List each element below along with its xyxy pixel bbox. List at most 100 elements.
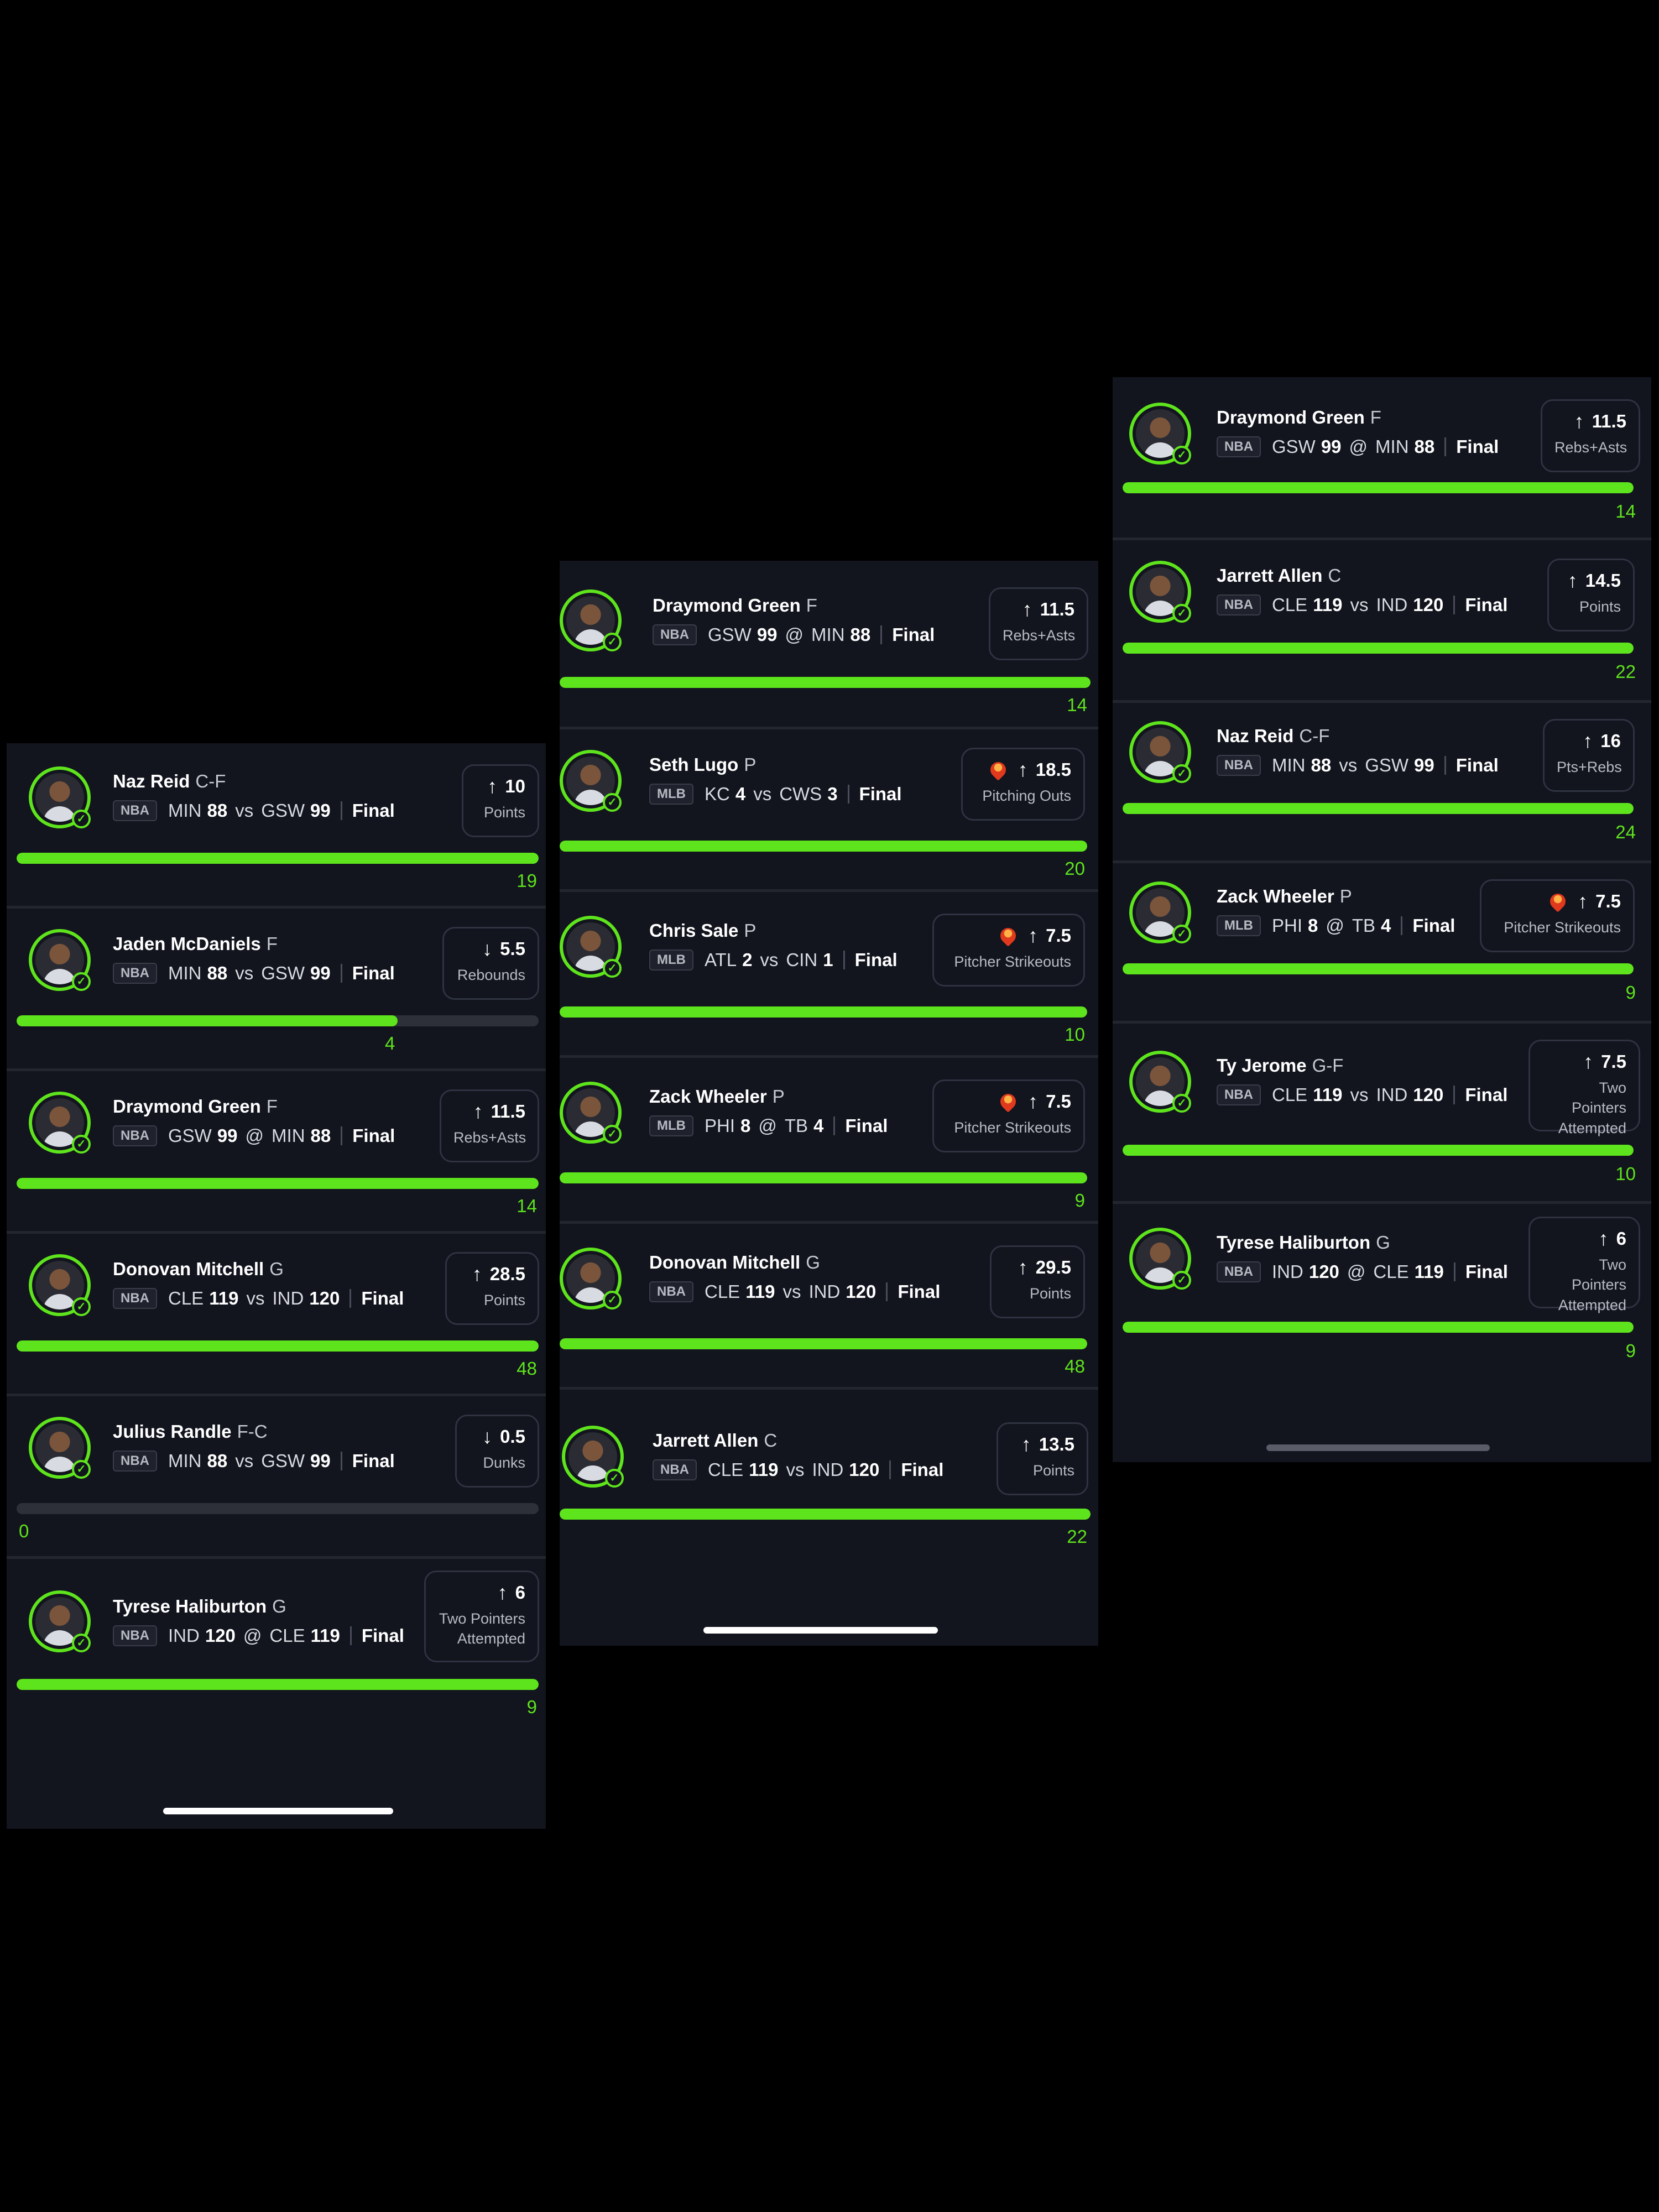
pick-card[interactable]: ✓ Jarrett Allen C NBA CLE 119 vs IND 120 Fi…: [1113, 538, 1651, 703]
player-name: Donovan Mitchell: [649, 1252, 801, 1272]
pick-card[interactable]: ✓ Tyrese Haliburton G NBA IND 120 @ CLE 119…: [1113, 1201, 1651, 1367]
flame-icon: [997, 925, 1019, 947]
actual-result: 48: [517, 1358, 537, 1379]
matchup-separator: vs: [235, 1451, 254, 1471]
game-info: MLB PHI 8 @ TB 4 Final: [649, 1115, 888, 1136]
score-1: 119: [209, 1288, 239, 1308]
score-1: 2: [742, 950, 753, 970]
score-2: 99: [310, 963, 331, 983]
actual-result: 10: [1615, 1164, 1636, 1184]
prop-stat: Rebs+Asts: [453, 1129, 526, 1146]
league-badge: NBA: [1217, 594, 1261, 615]
actual-result: 9: [1625, 1340, 1636, 1361]
pick-card[interactable]: ✓ Donovan Mitchell G NBA CLE 119 vs IND 120…: [7, 1231, 546, 1396]
progress-fill: [17, 853, 539, 864]
home-indicator: [1266, 1444, 1490, 1451]
player-name: Zack Wheeler: [1217, 886, 1334, 906]
check-icon: ✓: [1172, 1094, 1191, 1113]
player-avatar: ✓: [562, 1426, 624, 1488]
prop-stat: Two Pointers Attempted: [1558, 1256, 1626, 1313]
player-name: Naz Reid: [113, 771, 190, 791]
game-status: Final: [901, 1459, 944, 1480]
prop-line: 29.5: [1035, 1257, 1071, 1277]
actual-result: 48: [1065, 1356, 1085, 1376]
actual-result: 19: [517, 870, 537, 891]
pick-card[interactable]: ✓ Draymond Green F NBA GSW 99 @ MIN 88 Fina…: [560, 561, 1098, 729]
pick-card[interactable]: ✓ Jarrett Allen C NBA CLE 119 vs IND 120 Fi…: [560, 1390, 1098, 1562]
matchup-separator: @: [1326, 915, 1344, 936]
score-2: 3: [827, 784, 838, 804]
pick-card[interactable]: ✓ Naz Reid C-F NBA MIN 88 vs GSW 99 Final ↑…: [7, 743, 546, 909]
player-name: Naz Reid: [1217, 726, 1294, 746]
pick-card[interactable]: ✓ Naz Reid C-F NBA MIN 88 vs GSW 99 Final ↑…: [1113, 698, 1651, 863]
pick-card[interactable]: ✓ Zack Wheeler P MLB PHI 8 @ TB 4 Final ↑ 7.…: [560, 1058, 1098, 1224]
pick-card[interactable]: ✓ Chris Sale P MLB ATL 2 vs CIN 1 Final ↑ 7.…: [560, 893, 1098, 1058]
prop-line-box: ↑ 7.5 Pitcher Strikeouts: [1480, 879, 1635, 952]
matchup-separator: vs: [246, 1288, 265, 1308]
prop-line: 7.5: [1601, 1051, 1626, 1072]
flame-icon: [997, 1091, 1019, 1113]
game-info: NBA MIN 88 vs GSW 99 Final: [1217, 755, 1499, 776]
pick-card[interactable]: ✓ Donovan Mitchell G NBA CLE 119 vs IND 120…: [560, 1224, 1098, 1390]
player-avatar: ✓: [1129, 1051, 1191, 1113]
prop-stat: Two Pointers Attempted: [1558, 1079, 1626, 1136]
player-avatar: ✓: [1129, 721, 1191, 783]
score-1: 119: [745, 1281, 775, 1302]
check-icon: ✓: [72, 810, 91, 828]
prop-stat: Points: [483, 1292, 525, 1308]
score-2: 1: [823, 950, 833, 970]
player-avatar: ✓: [29, 1417, 91, 1479]
team-1: IND: [168, 1625, 200, 1646]
player-name: Tyrese Haliburton: [1217, 1232, 1371, 1253]
pick-card[interactable]: ✓ Tyrese Haliburton G NBA IND 120 @ CLE 119…: [7, 1556, 546, 1739]
game-info: NBA IND 120 @ CLE 119 Final: [113, 1625, 404, 1646]
team-1: CLE: [168, 1288, 204, 1308]
prop-line: 10: [505, 776, 525, 796]
player-position: G: [269, 1259, 284, 1279]
player-avatar: ✓: [1129, 1228, 1191, 1290]
pick-card[interactable]: ✓ Zack Wheeler P MLB PHI 8 @ TB 4 Final ↑ 7.…: [1113, 858, 1651, 1024]
game-status: Final: [352, 963, 395, 983]
player-name: Draymond Green: [1217, 407, 1365, 427]
team-1: IND: [1272, 1261, 1303, 1282]
player-position: P: [744, 754, 757, 775]
player-avatar: ✓: [1129, 403, 1191, 465]
player-name: Ty Jerome: [1217, 1055, 1307, 1076]
progress-bar: [560, 841, 1087, 852]
pick-card[interactable]: ✓ Ty Jerome G-F NBA CLE 119 vs IND 120 Fina…: [1113, 1019, 1651, 1204]
player-avatar: ✓: [29, 766, 91, 828]
actual-result: 9: [1625, 982, 1636, 1003]
matchup-separator: @: [1349, 436, 1368, 457]
pick-card[interactable]: ✓ Draymond Green F NBA GSW 99 @ MIN 88 Fina…: [1113, 377, 1651, 540]
pick-card[interactable]: ✓ Draymond Green F NBA GSW 99 @ MIN 88 Fina…: [7, 1068, 546, 1234]
team-2: IND: [272, 1288, 304, 1308]
prop-line-box: ↑ 7.5 Pitcher Strikeouts: [932, 1079, 1085, 1152]
prop-line: 0.5: [500, 1426, 525, 1447]
prop-line: 6: [1616, 1228, 1626, 1249]
player-position: P: [1339, 886, 1352, 906]
team-1: MIN: [168, 963, 202, 983]
actual-result: 24: [1615, 822, 1636, 842]
team-2: GSW: [261, 1451, 305, 1471]
arrow-up-icon: ↑: [1583, 1050, 1594, 1073]
game-info: MLB PHI 8 @ TB 4 Final: [1217, 915, 1455, 936]
team-1: MIN: [168, 800, 202, 821]
pick-card[interactable]: ✓ Seth Lugo P MLB KC 4 vs CWS 3 Final ↑ 18.5…: [560, 727, 1098, 892]
check-icon: ✓: [603, 959, 622, 978]
player-avatar: ✓: [560, 1248, 622, 1310]
progress-bar: [17, 1679, 539, 1690]
game-info: MLB ATL 2 vs CIN 1 Final: [649, 950, 898, 971]
pick-card[interactable]: ✓ Julius Randle F-C NBA MIN 88 vs GSW 99 Fi…: [7, 1394, 546, 1559]
player-avatar: ✓: [29, 1092, 91, 1154]
score-2: 99: [310, 800, 331, 821]
prop-stat: Pitcher Strikeouts: [954, 1119, 1071, 1136]
game-status: Final: [1465, 594, 1508, 615]
divider: [341, 1126, 343, 1145]
player-name: Zack Wheeler: [649, 1086, 767, 1107]
player-avatar: ✓: [560, 916, 622, 978]
score-1: 88: [207, 800, 228, 821]
game-status: Final: [352, 800, 395, 821]
team-1: PHI: [1271, 915, 1302, 936]
pick-card[interactable]: ✓ Jaden McDaniels F NBA MIN 88 vs GSW 99 Fi…: [7, 906, 546, 1071]
player-position: F: [806, 595, 817, 615]
